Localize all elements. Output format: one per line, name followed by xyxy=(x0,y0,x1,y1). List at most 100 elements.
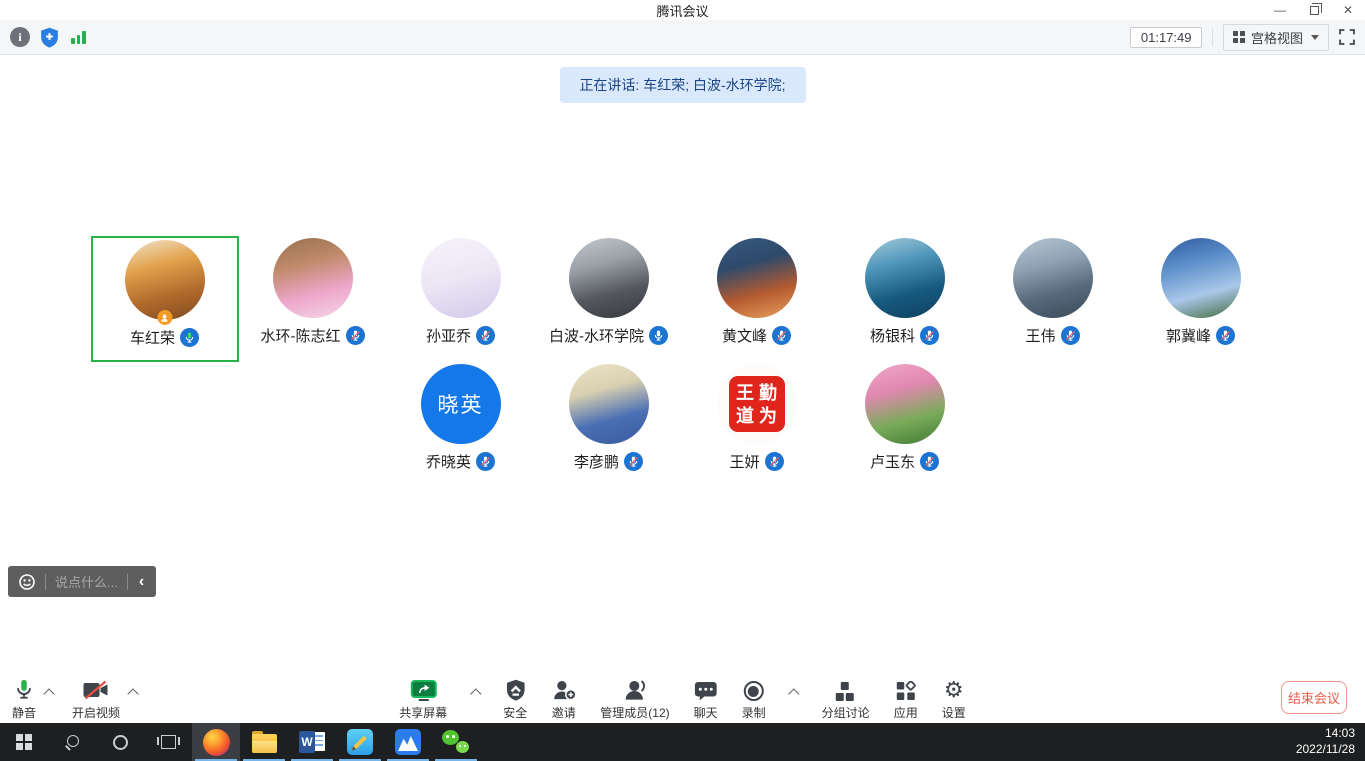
taskbar-word[interactable]: W xyxy=(288,723,336,761)
participant-name-row: 水环-陈志红 xyxy=(261,325,365,346)
top-toolbar: i 01:17:49 宫格视图 xyxy=(0,20,1365,55)
minimize-button[interactable]: — xyxy=(1263,0,1297,20)
mute-label: 静音 xyxy=(12,704,36,721)
layout-view-switcher[interactable]: 宫格视图 xyxy=(1223,24,1329,51)
mute-button[interactable]: 静音 xyxy=(12,676,36,721)
security-button[interactable]: 安全 xyxy=(503,676,527,721)
video-options-chevron[interactable] xyxy=(127,688,138,699)
participant-tile[interactable]: 王伟 xyxy=(979,236,1127,362)
chevron-down-icon xyxy=(1311,35,1319,40)
red-seal-avatar: 王勤道为 xyxy=(717,364,797,444)
participant-mic-icon[interactable] xyxy=(920,452,939,471)
apps-button[interactable]: 应用 xyxy=(894,676,918,721)
participant-name-row: 白波-水环学院 xyxy=(549,325,668,346)
participant-tile[interactable]: 卢玉东 xyxy=(831,362,979,480)
task-view-button[interactable] xyxy=(144,723,192,761)
participant-name-row: 孙亚乔 xyxy=(426,325,495,346)
participant-tile[interactable]: 郭冀峰 xyxy=(1127,236,1275,362)
meeting-timer: 01:17:49 xyxy=(1130,27,1203,48)
participant-name: 乔晓英 xyxy=(426,451,471,472)
camera-off-icon xyxy=(82,679,110,701)
taskbar-firefox[interactable] xyxy=(192,723,240,761)
emoji-smiley-icon[interactable] xyxy=(18,573,36,591)
participant-grid: 车红荣 水环-陈志红 xyxy=(0,236,1365,480)
breakout-rooms-button[interactable]: 分组讨论 xyxy=(822,676,870,721)
shield-protect-icon[interactable] xyxy=(40,27,59,48)
network-signal-icon[interactable] xyxy=(69,30,88,44)
tree-sky-avatar xyxy=(1161,238,1241,318)
titlebar: 腾讯会议 — ✕ xyxy=(0,0,1365,20)
participant-tile[interactable]: 孙亚乔 xyxy=(387,236,535,362)
share-options-chevron[interactable] xyxy=(470,688,481,699)
quick-chat-bar[interactable]: 说点什么... ‹ xyxy=(8,566,156,597)
restore-button[interactable] xyxy=(1297,0,1331,20)
participant-mic-icon[interactable] xyxy=(476,326,495,345)
mute-options-chevron[interactable] xyxy=(43,688,54,699)
man-by-sea-avatar xyxy=(1013,238,1093,318)
start-video-button[interactable]: 开启视频 xyxy=(72,676,120,721)
ship-sunset-avatar xyxy=(717,238,797,318)
cartoon-rabbit-avatar xyxy=(421,238,501,318)
participant-tile[interactable]: 王勤道为 王妍 xyxy=(683,362,831,480)
record-button[interactable]: 录制 xyxy=(742,676,766,721)
invite-person-icon xyxy=(551,679,576,701)
fullscreen-icon[interactable] xyxy=(1339,29,1355,45)
participant-mic-icon[interactable] xyxy=(920,326,939,345)
avatar-seal-text: 王勤道为 xyxy=(729,376,785,432)
task-view-icon xyxy=(161,735,176,749)
participant-tile[interactable]: 杨银科 xyxy=(831,236,979,362)
participant-tile[interactable]: 黄文峰 xyxy=(683,236,831,362)
participant-tile[interactable]: 车红荣 xyxy=(91,236,239,362)
control-bar-left: 静音 开启视频 xyxy=(12,676,137,721)
cartoon-scholar-avatar xyxy=(569,364,649,444)
participant-mic-icon[interactable] xyxy=(346,326,365,345)
taskbar-search-button[interactable] xyxy=(48,723,96,761)
shark-ocean-avatar xyxy=(865,238,945,318)
participant-name: 车红荣 xyxy=(130,327,175,348)
participant-name-row: 王伟 xyxy=(1025,325,1079,346)
taskbar-clock[interactable]: 14:03 2022/11/28 xyxy=(1296,723,1365,761)
participant-mic-icon[interactable] xyxy=(476,452,495,471)
meeting-stage: 正在讲话: 车红荣; 白波-水环学院; 车红荣 xyxy=(0,56,1365,672)
gear-icon: ⚙ xyxy=(944,679,964,701)
share-screen-button[interactable]: 共享屏幕 xyxy=(399,676,447,721)
participant-tile[interactable]: 白波-水环学院 xyxy=(535,236,683,362)
chat-input-placeholder[interactable]: 说点什么... xyxy=(55,572,118,591)
participant-mic-icon[interactable] xyxy=(1216,326,1235,345)
view-label: 宫格视图 xyxy=(1251,28,1303,47)
host-person-icon xyxy=(160,313,170,323)
participant-tile[interactable]: 晓英 乔晓英 xyxy=(387,362,535,480)
participant-name-row: 车红荣 xyxy=(130,327,199,348)
taskbar-wechat[interactable] xyxy=(432,723,480,761)
participant-mic-icon[interactable] xyxy=(772,326,791,345)
invite-button[interactable]: 邀请 xyxy=(551,676,576,721)
tiger-painting-avatar xyxy=(125,240,205,320)
cortana-button[interactable] xyxy=(96,723,144,761)
security-shield-icon xyxy=(505,679,525,701)
start-button[interactable] xyxy=(0,723,48,761)
chat-button[interactable]: 聊天 xyxy=(694,676,718,721)
end-meeting-button[interactable]: 结束会议 xyxy=(1281,681,1347,714)
taskbar-notes-app[interactable] xyxy=(336,723,384,761)
collapse-chat-arrow[interactable]: ‹ xyxy=(137,574,146,590)
participant-mic-icon[interactable] xyxy=(624,452,643,471)
meeting-info-icon[interactable]: i xyxy=(10,27,30,47)
participant-name-row: 郭冀峰 xyxy=(1166,325,1235,346)
taskbar-meeting-app[interactable] xyxy=(384,723,432,761)
close-button[interactable]: ✕ xyxy=(1331,0,1365,20)
participant-mic-icon[interactable] xyxy=(1061,326,1080,345)
manage-members-button[interactable]: 管理成员(12) xyxy=(600,676,669,721)
settings-label: 设置 xyxy=(942,704,966,721)
breakout-rooms-icon xyxy=(836,682,856,701)
manage-members-label: 管理成员(12) xyxy=(600,704,669,721)
participant-mic-icon[interactable] xyxy=(649,326,668,345)
participant-mic-icon[interactable] xyxy=(180,328,199,347)
record-options-chevron[interactable] xyxy=(788,688,799,699)
participant-tile[interactable]: 李彦鹏 xyxy=(535,362,683,480)
settings-button[interactable]: ⚙ 设置 xyxy=(942,676,966,721)
invite-label: 邀请 xyxy=(552,704,576,721)
participant-row-2: 晓英 乔晓英 xyxy=(0,362,1365,480)
participant-mic-icon[interactable] xyxy=(765,452,784,471)
taskbar-file-explorer[interactable] xyxy=(240,723,288,761)
participant-tile[interactable]: 水环-陈志红 xyxy=(239,236,387,362)
